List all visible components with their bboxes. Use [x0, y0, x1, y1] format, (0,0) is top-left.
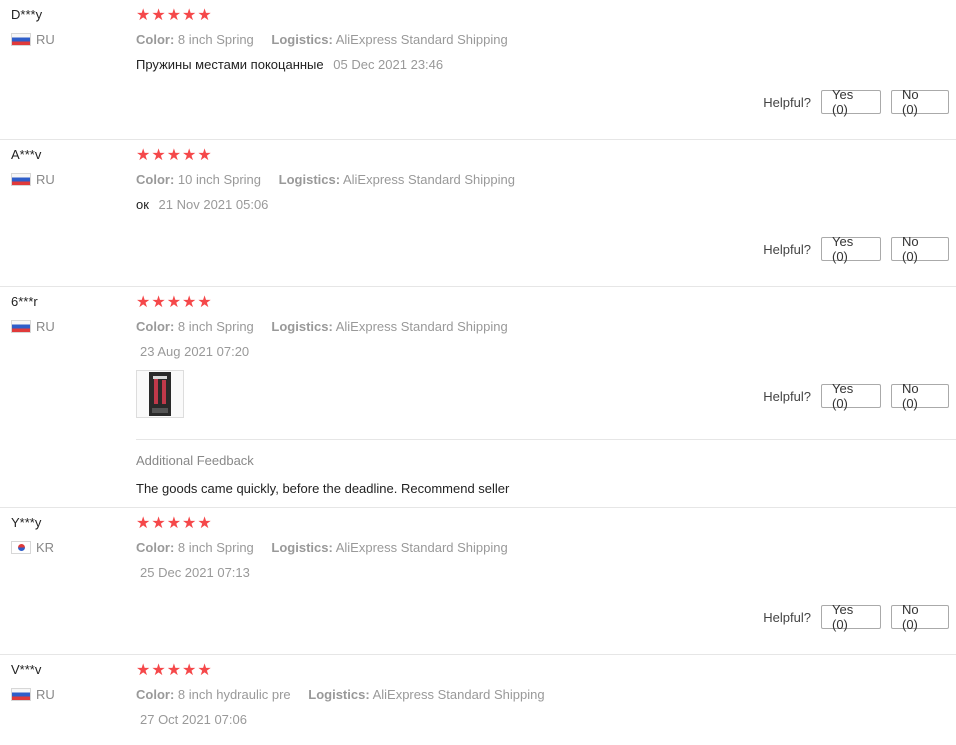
helpful-label: Helpful?	[763, 94, 811, 110]
reviewer-info: 6***r RU	[11, 294, 55, 334]
additional-feedback-text: The goods came quickly, before the deadl…	[136, 481, 510, 496]
review-item: V***v RU ★★★★★ Color: 8 inch hydraulic p…	[0, 655, 956, 745]
helpful-yes-button[interactable]: Yes (0)	[821, 602, 881, 632]
star-rating: ★★★★★	[136, 294, 213, 311]
country-code: RU	[36, 172, 55, 187]
color-value: 8 inch Spring	[177, 319, 254, 334]
reviewer-info: Y***y KR	[11, 515, 54, 555]
country-code: RU	[36, 687, 55, 702]
review-attributes: Color: 10 inch Spring Logistics: AliExpr…	[136, 172, 956, 188]
reviewer-name: D***y	[11, 7, 43, 22]
logistics-value: AliExpress Standard Shipping	[372, 687, 545, 702]
color-value: 8 inch Spring	[177, 32, 254, 47]
review-content: ★★★★★ Color: 8 inch Spring Logistics: Al…	[136, 516, 956, 581]
reviewer-country: RU	[11, 172, 55, 187]
logistics-value: AliExpress Standard Shipping	[335, 32, 508, 47]
review-item: 6***r RU ★★★★★ Color: 8 inch Spring Logi…	[0, 287, 956, 508]
review-content: ★★★★★ Color: 8 inch hydraulic pre Logist…	[136, 663, 956, 728]
helpful-yes-button[interactable]: Yes (0)	[821, 87, 881, 117]
review-text-row: 23 Aug 2021 07:20	[136, 344, 956, 360]
review-date: 27 Oct 2021 07:06	[140, 712, 247, 727]
review-text: ок	[136, 197, 149, 212]
color-value: 8 inch Spring	[177, 540, 254, 555]
color-key: Color:	[136, 32, 175, 47]
reviewer-name: A***v	[11, 147, 42, 162]
reviewer-name: V***v	[11, 662, 42, 677]
logistics-value: AliExpress Standard Shipping	[335, 540, 508, 555]
review-date: 05 Dec 2021 23:46	[333, 57, 444, 72]
russia-flag-icon	[11, 33, 31, 46]
color-key: Color:	[136, 319, 175, 334]
review-text-row: 25 Dec 2021 07:13	[136, 565, 956, 581]
review-attributes: Color: 8 inch hydraulic pre Logistics: A…	[136, 687, 956, 703]
reviewer-country: KR	[11, 540, 54, 555]
helpful-controls: Helpful? Yes (0) No (0)	[763, 381, 949, 411]
reviewer-country: RU	[11, 687, 55, 702]
helpful-label: Helpful?	[763, 241, 811, 257]
reviewer-country: RU	[11, 32, 55, 47]
logistics-value: AliExpress Standard Shipping	[342, 172, 515, 187]
review-attributes: Color: 8 inch Spring Logistics: AliExpre…	[136, 540, 956, 556]
color-value: 10 inch Spring	[177, 172, 262, 187]
reviewer-name: 6***r	[11, 294, 38, 309]
review-attributes: Color: 8 inch Spring Logistics: AliExpre…	[136, 32, 956, 48]
logistics-key: Logistics:	[308, 687, 370, 702]
review-date: 21 Nov 2021 05:06	[158, 197, 269, 212]
russia-flag-icon	[11, 173, 31, 186]
star-rating: ★★★★★	[136, 147, 213, 164]
helpful-no-button[interactable]: No (0)	[891, 87, 949, 117]
review-text-row: 27 Oct 2021 07:06	[136, 712, 956, 728]
star-rating: ★★★★★	[136, 7, 213, 24]
review-photo-thumbnail[interactable]	[136, 370, 184, 418]
review-attributes: Color: 8 inch Spring Logistics: AliExpre…	[136, 319, 956, 335]
star-rating: ★★★★★	[136, 662, 213, 679]
color-value: 8 inch hydraulic pre	[177, 687, 291, 702]
color-key: Color:	[136, 687, 175, 702]
logistics-value: AliExpress Standard Shipping	[335, 319, 508, 334]
helpful-no-button[interactable]: No (0)	[891, 381, 949, 411]
korea-flag-icon	[11, 541, 31, 554]
reviewer-info: V***v RU	[11, 662, 55, 702]
additional-feedback: Additional Feedback The goods came quick…	[136, 439, 956, 496]
review-item: D***y RU ★★★★★ Color: 8 inch Spring Logi…	[0, 0, 956, 140]
review-text: Пружины местами покоцанные	[136, 57, 324, 72]
russia-flag-icon	[11, 320, 31, 333]
additional-feedback-title: Additional Feedback	[136, 453, 254, 468]
product-photo-icon	[149, 372, 171, 416]
reviewer-info: A***v RU	[11, 147, 55, 187]
reviewer-name: Y***y	[11, 515, 42, 530]
review-item: Y***y KR ★★★★★ Color: 8 inch Spring Logi…	[0, 508, 956, 655]
helpful-no-button[interactable]: No (0)	[891, 234, 949, 264]
review-content: ★★★★★ Color: 8 inch Spring Logistics: Al…	[136, 8, 956, 73]
helpful-no-button[interactable]: No (0)	[891, 602, 949, 632]
review-text-row: ок 21 Nov 2021 05:06	[136, 197, 956, 213]
review-text-row: Пружины местами покоцанные 05 Dec 2021 2…	[136, 57, 956, 73]
review-date: 23 Aug 2021 07:20	[140, 344, 250, 359]
helpful-controls: Helpful? Yes (0) No (0)	[763, 602, 949, 632]
helpful-yes-button[interactable]: Yes (0)	[821, 234, 881, 264]
helpful-label: Helpful?	[763, 388, 811, 404]
reviewer-country: RU	[11, 319, 55, 334]
color-key: Color:	[136, 172, 175, 187]
logistics-key: Logistics:	[278, 172, 341, 187]
country-code: KR	[36, 540, 55, 555]
helpful-yes-button[interactable]: Yes (0)	[821, 381, 881, 411]
logistics-key: Logistics:	[271, 540, 333, 555]
helpful-controls: Helpful? Yes (0) No (0)	[763, 87, 949, 117]
logistics-key: Logistics:	[271, 319, 333, 334]
russia-flag-icon	[11, 688, 31, 701]
color-key: Color:	[136, 540, 175, 555]
star-rating: ★★★★★	[136, 515, 213, 532]
reviewer-info: D***y RU	[11, 7, 55, 47]
helpful-label: Helpful?	[763, 609, 811, 625]
country-code: RU	[36, 319, 55, 334]
review-item: A***v RU ★★★★★ Color: 10 inch Spring Log…	[0, 140, 956, 287]
country-code: RU	[36, 32, 55, 47]
review-date: 25 Dec 2021 07:13	[140, 565, 250, 580]
review-content: ★★★★★ Color: 10 inch Spring Logistics: A…	[136, 148, 956, 213]
logistics-key: Logistics:	[271, 32, 333, 47]
helpful-controls: Helpful? Yes (0) No (0)	[763, 234, 949, 264]
